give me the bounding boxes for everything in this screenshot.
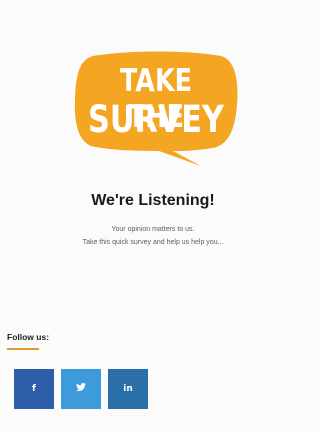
twitter-icon [76, 383, 86, 395]
survey-page: TAKE THE SURVEY We're Listening! Your op… [0, 0, 306, 432]
follow-us-label: Follow us: [7, 332, 50, 342]
page-title: We're Listening! [91, 192, 215, 209]
subtext-line-1: Your opinion matters to us. [111, 226, 195, 233]
facebook-button[interactable]: f [14, 369, 54, 409]
badge-line-2: SURVEY [87, 98, 225, 141]
follow-underline-divider [7, 348, 39, 350]
linkedin-button[interactable]: in [108, 369, 148, 409]
facebook-icon: f [32, 384, 36, 394]
twitter-button[interactable] [61, 369, 101, 409]
linkedin-icon: in [123, 384, 133, 394]
subtext-line-2: Take this quick survey and help us help … [82, 239, 224, 246]
take-the-survey-badge[interactable]: TAKE THE SURVEY [73, 50, 239, 168]
